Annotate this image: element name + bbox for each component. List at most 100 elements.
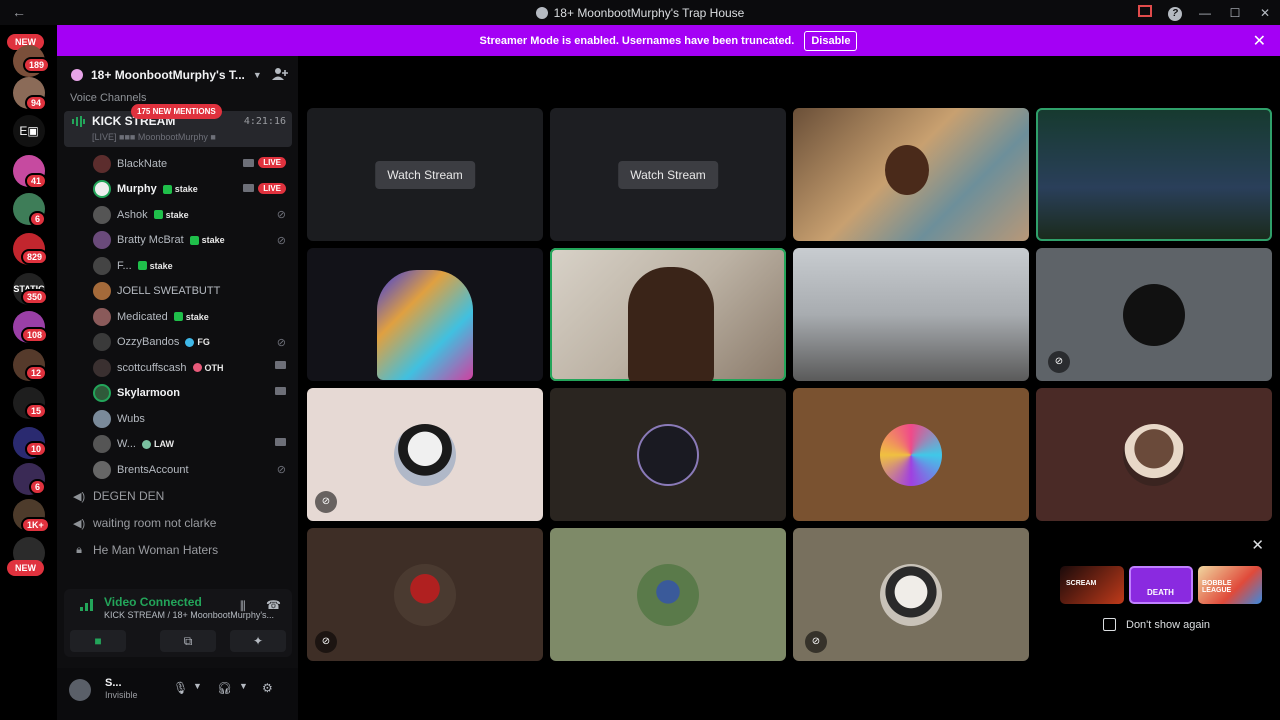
voice-user[interactable]: F... stake [57, 253, 298, 279]
user-tag: stake [153, 210, 189, 220]
muted-icon: ⊘ [805, 631, 827, 653]
new-mentions-pill[interactable]: 175 NEW MENTIONS [131, 104, 222, 119]
avatar [637, 423, 699, 486]
camera-icon: ■ [94, 634, 102, 648]
camera-icon [275, 361, 286, 369]
muted-icon: ⊘ [315, 631, 337, 653]
camera-button[interactable]: ■ [70, 630, 126, 652]
voice-user[interactable]: W... LAW [57, 432, 298, 458]
server-badge: 189 [23, 57, 51, 73]
stake-icon [189, 235, 199, 245]
live-badge: LIVE [258, 157, 286, 168]
voice-user[interactable]: BlackNate LIVE [57, 151, 298, 177]
server-badge: 10 [25, 441, 48, 457]
add-user-icon[interactable] [272, 67, 288, 81]
server-badge: 108 [21, 327, 49, 343]
avatar-tile[interactable] [1036, 388, 1272, 521]
activities-button[interactable]: ✦ [230, 630, 286, 652]
avatar [1123, 283, 1185, 346]
avatar-tile[interactable] [550, 388, 786, 521]
server-badge: 6 [29, 479, 47, 495]
help-icon[interactable]: ? [1160, 5, 1190, 21]
back-arrow-icon[interactable]: ← [12, 4, 26, 20]
voice-user[interactable]: Ashok stake ⊘ [57, 202, 298, 228]
stream-tile[interactable]: Watch Stream [550, 108, 786, 241]
avatar [93, 282, 111, 301]
server-icon[interactable]: E▣ [13, 115, 45, 147]
screen-share-tile[interactable] [1036, 108, 1272, 241]
channel-sidebar: 18+ MoonbootMurphy's T... ▼ Voice Channe… [57, 56, 298, 720]
video-tile[interactable] [550, 248, 786, 381]
muted-icon: ⊘ [1048, 351, 1070, 373]
voice-user[interactable]: BrentsAccount ⊘ [57, 457, 298, 483]
server-header[interactable]: 18+ MoonbootMurphy's T... ▼ [57, 56, 298, 94]
avatar [880, 563, 942, 626]
close-icon[interactable]: ✕ [1251, 536, 1264, 554]
webcam-person [885, 144, 929, 195]
activity-card-bobble-league[interactable]: BOBBLE LEAGUE [1198, 566, 1262, 604]
avatar-tile[interactable]: ⊘ [307, 388, 543, 521]
user-name[interactable]: S... [105, 677, 122, 689]
screen-share-button[interactable]: ⧉ [160, 630, 216, 652]
maximize-icon[interactable]: ☐ [1220, 6, 1250, 20]
voice-user[interactable]: Murphy stake LIVE [57, 177, 298, 203]
server-badge: 94 [25, 95, 48, 111]
activity-card-death[interactable]: DEATH [1129, 566, 1193, 604]
muted-icon: ⊘ [276, 464, 286, 476]
video-tile[interactable]: ⊘ [1036, 248, 1272, 381]
webcam-person [628, 266, 714, 381]
disconnect-icon[interactable]: ☎ [266, 598, 281, 612]
microphone-icon[interactable]: 🎙︎ [173, 681, 188, 695]
channel-degen-den[interactable]: ◀) DEGEN DEN [57, 483, 298, 510]
voice-user[interactable]: Bratty McBrat stake ⊘ [57, 228, 298, 254]
inbox-icon[interactable] [1130, 5, 1160, 20]
avatar [394, 563, 456, 626]
chevron-down-icon[interactable]: ▼ [239, 681, 248, 691]
avatar [93, 180, 111, 199]
activity-card-scream[interactable]: SCREAM [1060, 566, 1124, 604]
activity-card-label: BOBBLE LEAGUE [1202, 580, 1232, 594]
speaker-icon: ◀) [73, 517, 86, 530]
disable-button[interactable]: Disable [804, 30, 858, 51]
checkbox[interactable] [1103, 618, 1116, 631]
avatar [1123, 423, 1185, 486]
close-icon[interactable]: ✕ [1253, 31, 1266, 51]
voice-user[interactable]: Medicated stake [57, 304, 298, 330]
voice-channel-path[interactable]: KICK STREAM / 18+ MoonbootMurphy's... [104, 610, 274, 620]
avatar-tile[interactable]: ⊘ [793, 528, 1029, 661]
user-tag: stake [137, 261, 173, 271]
close-window-icon[interactable]: ✕ [1250, 6, 1280, 20]
voice-status[interactable]: Video Connected [104, 595, 202, 609]
voice-user[interactable]: JOELL SWEATBUTT [57, 279, 298, 305]
minimize-icon[interactable]: — [1190, 6, 1220, 20]
new-unread-pill-bottom[interactable]: NEW [7, 560, 44, 576]
headphones-icon[interactable]: 🎧︎ [217, 681, 232, 695]
watch-stream-button[interactable]: Watch Stream [618, 160, 718, 189]
video-tile[interactable] [793, 108, 1029, 241]
avatar[interactable] [69, 679, 91, 701]
category-voice-channels[interactable]: Voice Channels [70, 92, 146, 104]
user-name: W... [117, 438, 136, 451]
avatar [93, 460, 111, 479]
channel-waiting-room[interactable]: ◀) waiting room not clarke [57, 510, 298, 537]
channel-he-man-woman-haters[interactable]: 🔒︎ He Man Woman Haters [57, 537, 298, 564]
noise-suppression-icon[interactable]: ⫼ [240, 599, 246, 614]
voice-user[interactable]: scottcuffscash OTH [57, 355, 298, 381]
window-title: 18+ MoonbootMurphy's Trap House [553, 5, 745, 20]
video-tile[interactable] [793, 248, 1029, 381]
muted-icon: ⊘ [276, 234, 286, 247]
stream-tile[interactable]: Watch Stream [307, 108, 543, 241]
dont-show-again-label: Don't show again [1126, 618, 1211, 631]
avatar-tile[interactable]: ⊘ [307, 528, 543, 661]
dont-show-again-option[interactable]: Don't show again [1103, 618, 1210, 631]
chevron-down-icon[interactable]: ▼ [193, 681, 202, 691]
avatar-tile[interactable] [550, 528, 786, 661]
voice-user[interactable]: OzzyBandos FG ⊘ [57, 330, 298, 356]
avatar-tile[interactable] [793, 388, 1029, 521]
settings-gear-icon[interactable]: ⚙ [262, 681, 273, 695]
live-badge: LIVE [258, 182, 286, 194]
video-tile[interactable] [307, 248, 543, 381]
watch-stream-button[interactable]: Watch Stream [375, 160, 475, 189]
voice-user[interactable]: Skylarmoon [57, 381, 298, 407]
voice-user[interactable]: Wubs [57, 406, 298, 432]
